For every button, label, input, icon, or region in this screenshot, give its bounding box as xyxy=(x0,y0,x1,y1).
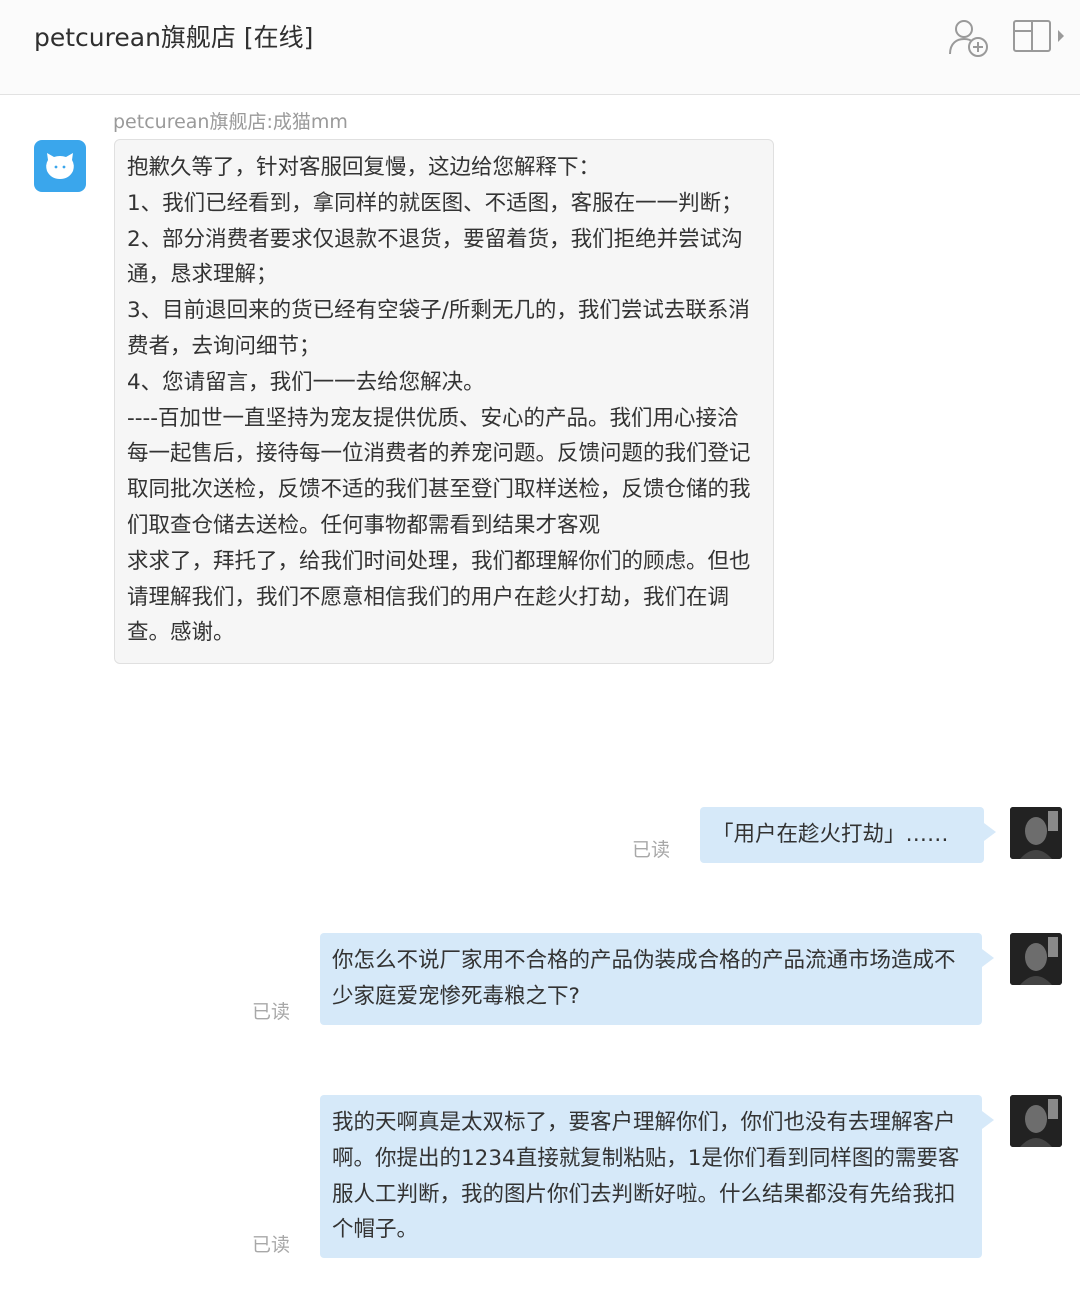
message-line: 你怎么不说厂家用不合格的产品伪装成合格的产品流通市场造成不少家庭爱宠惨死毒粮之下… xyxy=(332,948,956,1009)
shop-avatar[interactable] xyxy=(34,140,86,192)
outgoing-message: 我的天啊真是太双标了，要客户理解你们，你们也没有去理解客户啊。你提出的1234直… xyxy=(320,1095,994,1259)
user-avatar[interactable] xyxy=(1010,1095,1062,1147)
message-line: 求求了，拜托了，给我们时间处理，我们都理解你们的顾虑。但也请理解我们，我们不愿意… xyxy=(127,548,751,646)
incoming-message: 抱歉久等了，针对客服回复慢，这边给您解释下： 1、我们已经看到，拿同样的就医图、… xyxy=(114,139,774,665)
message-line: 1、我们已经看到，拿同样的就医图、不适图，客服在一一判断； xyxy=(127,190,743,216)
add-contact-icon[interactable] xyxy=(946,16,992,60)
read-status: 已读 xyxy=(252,1234,291,1256)
read-status: 已读 xyxy=(632,839,671,861)
panel-toggle-icon[interactable] xyxy=(1012,18,1068,58)
message-line: ----百加世一直坚持为宠友提供优质、安心的产品。我们用心接洽每一起售后，接待每… xyxy=(127,405,751,538)
chat-title: petcurean旗舰店 [在线] xyxy=(34,23,314,52)
message-list[interactable]: petcurean旗舰店:成猫mm 抱歉久等了，针对客服回复慢，这边给您解释下：… xyxy=(0,95,1080,1295)
message-line: 抱歉久等了，针对客服回复慢，这边给您解释下： xyxy=(127,155,601,180)
message-line: 我的天啊真是太双标了，要客户理解你们，你们也没有去理解客户啊。你提出的1234直… xyxy=(332,1110,960,1243)
message-line: 3、目前退回来的货已经有空袋子/所剩无几的，我们尝试去联系消费者，去询问细节； xyxy=(127,298,750,359)
message-line: 「用户在趁火打劫」…… xyxy=(712,822,949,847)
user-photo xyxy=(1010,933,1062,985)
message-line: 2、部分消费者要求仅退款不退货，要留着货，我们拒绝并尝试沟通，恳求理解； xyxy=(127,226,743,288)
user-avatar[interactable] xyxy=(1010,933,1062,985)
sender-name: petcurean旗舰店:成猫mm xyxy=(113,111,348,133)
user-photo xyxy=(1010,807,1062,859)
cat-face-icon xyxy=(46,153,74,179)
chat-header: petcurean旗舰店 [在线] xyxy=(0,0,1080,95)
outgoing-message: 你怎么不说厂家用不合格的产品伪装成合格的产品流通市场造成不少家庭爱宠惨死毒粮之下… xyxy=(320,933,994,1025)
user-avatar[interactable] xyxy=(1010,807,1062,859)
read-status: 已读 xyxy=(252,1001,291,1023)
user-photo xyxy=(1010,1095,1062,1147)
outgoing-message: 「用户在趁火打劫」…… xyxy=(700,807,996,863)
message-line: 4、您请留言，我们一一去给您解决。 xyxy=(127,369,485,395)
